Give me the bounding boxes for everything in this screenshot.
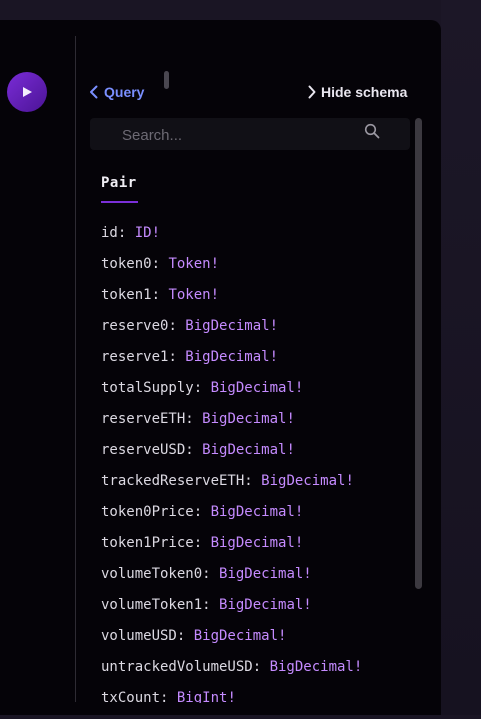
back-link-label: Query	[104, 84, 145, 100]
field-type-link[interactable]: BigDecimal!	[185, 349, 278, 365]
field-type-link[interactable]: BigDecimal!	[270, 659, 363, 675]
field-type-link[interactable]: BigDecimal!	[185, 318, 278, 334]
field-row[interactable]: volumeToken0: BigDecimal!	[101, 564, 362, 595]
field-row[interactable]: reserve1: BigDecimal!	[101, 347, 362, 378]
field-separator: :	[185, 411, 203, 427]
type-title-underline	[101, 201, 138, 203]
field-name[interactable]: token1Price	[101, 535, 194, 551]
field-type-link[interactable]: BigDecimal!	[219, 566, 312, 582]
field-name[interactable]: reserve0	[101, 318, 168, 334]
chevron-left-icon	[90, 85, 98, 99]
field-separator: :	[151, 256, 169, 272]
field-separator: :	[193, 504, 211, 520]
field-separator: :	[202, 597, 220, 613]
play-icon	[23, 87, 32, 97]
field-row[interactable]: token0: Token!	[101, 254, 362, 285]
field-name[interactable]: reserve1	[101, 349, 168, 365]
field-name[interactable]: token0	[101, 256, 152, 272]
field-type-link[interactable]: BigDecimal!	[261, 473, 354, 489]
field-separator: :	[176, 628, 194, 644]
field-separator: :	[193, 380, 211, 396]
field-type-link[interactable]: BigDecimal!	[211, 504, 304, 520]
run-query-button[interactable]	[7, 72, 47, 112]
field-row[interactable]: reserveUSD: BigDecimal!	[101, 440, 362, 471]
field-list: id: ID! token0: Token! token1: Token! reser…	[101, 223, 362, 719]
field-type-link[interactable]: BigDecimal!	[211, 535, 304, 551]
field-separator: :	[168, 318, 186, 334]
field-name[interactable]: token1	[101, 287, 152, 303]
field-type-link[interactable]: BigDecimal!	[211, 380, 304, 396]
back-to-query-link[interactable]: Query	[89, 83, 144, 101]
field-separator: :	[185, 442, 203, 458]
field-name[interactable]: volumeToken0	[101, 566, 202, 582]
hide-schema-button[interactable]: Hide schema	[308, 83, 407, 101]
resize-handle[interactable]	[164, 71, 169, 89]
panel-divider	[75, 36, 76, 702]
field-row[interactable]: reserve0: BigDecimal!	[101, 316, 362, 347]
field-row[interactable]: reserveETH: BigDecimal!	[101, 409, 362, 440]
field-row[interactable]: volumeToken1: BigDecimal!	[101, 595, 362, 626]
field-name[interactable]: untrackedVolumeUSD	[101, 659, 253, 675]
schema-scrollbar[interactable]	[415, 118, 422, 589]
field-separator: :	[193, 535, 211, 551]
search-icon	[364, 123, 380, 139]
chevron-right-icon	[308, 85, 316, 99]
schema-search-box	[90, 118, 410, 150]
field-name[interactable]: totalSupply	[101, 380, 194, 396]
schema-search-input[interactable]	[120, 124, 364, 146]
field-name[interactable]: token0Price	[101, 504, 194, 520]
field-row[interactable]: id: ID!	[101, 223, 362, 254]
field-row[interactable]: totalSupply: BigDecimal!	[101, 378, 362, 409]
field-name[interactable]: volumeToken1	[101, 597, 202, 613]
hide-schema-label: Hide schema	[321, 84, 408, 100]
field-name[interactable]: trackedReserveETH	[101, 473, 244, 489]
field-type-link[interactable]: BigDecimal!	[202, 442, 295, 458]
field-row[interactable]: token1: Token!	[101, 285, 362, 316]
field-separator: :	[151, 287, 169, 303]
field-type-link[interactable]: BigDecimal!	[194, 628, 287, 644]
bottom-edge	[80, 703, 440, 715]
field-name[interactable]: reserveUSD	[101, 442, 185, 458]
field-type-link[interactable]: BigDecimal!	[202, 411, 295, 427]
field-row[interactable]: token0Price: BigDecimal!	[101, 502, 362, 533]
field-name[interactable]: reserveETH	[101, 411, 185, 427]
background-strip	[441, 0, 481, 715]
field-type-link[interactable]: Token!	[168, 287, 219, 303]
field-separator: :	[168, 349, 186, 365]
field-separator: :	[244, 473, 262, 489]
field-name[interactable]: volumeUSD	[101, 628, 177, 644]
field-row[interactable]: volumeUSD: BigDecimal!	[101, 626, 362, 657]
field-name[interactable]: id	[101, 225, 118, 241]
field-separator: :	[252, 659, 270, 675]
field-row[interactable]: token1Price: BigDecimal!	[101, 533, 362, 564]
field-separator: :	[117, 225, 135, 241]
field-row[interactable]: untrackedVolumeUSD: BigDecimal!	[101, 657, 362, 688]
field-type-link[interactable]: BigDecimal!	[219, 597, 312, 613]
field-type-link[interactable]: Token!	[168, 256, 219, 272]
field-row[interactable]: trackedReserveETH: BigDecimal!	[101, 471, 362, 502]
type-title: Pair	[101, 175, 137, 191]
field-separator: :	[202, 566, 220, 582]
field-type-link[interactable]: ID!	[135, 225, 160, 241]
